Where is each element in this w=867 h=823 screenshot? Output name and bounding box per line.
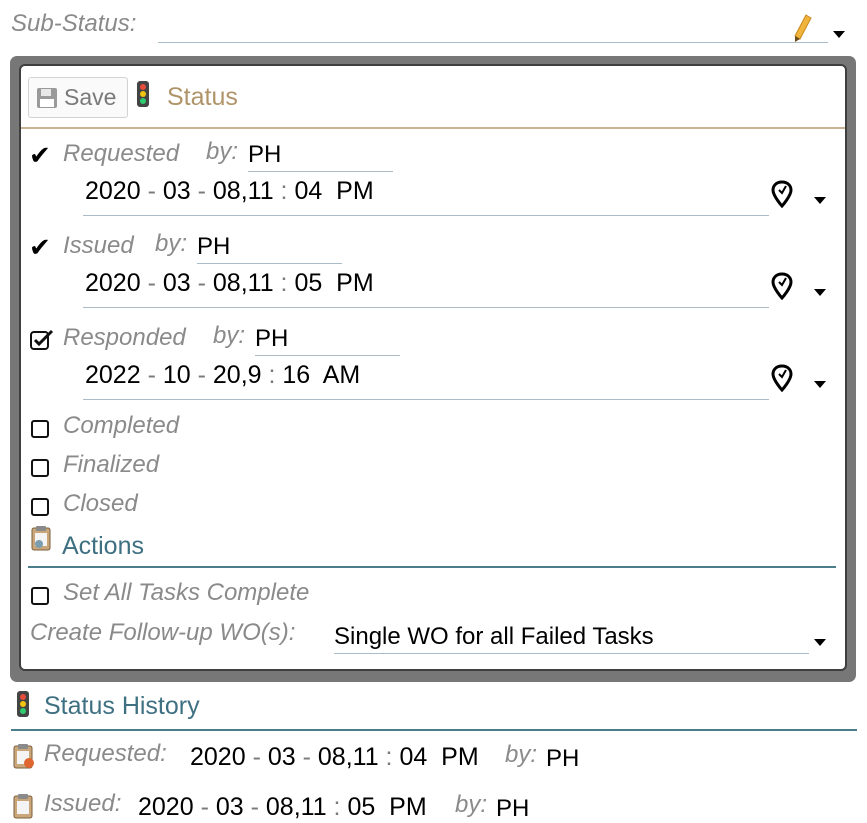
- history-entry-date: 2020 - 03 - 08,11 : 05 PM: [138, 793, 427, 821]
- save-button-label: Save: [64, 84, 117, 110]
- checkbox-icon[interactable]: [31, 459, 49, 477]
- substatus-field[interactable]: [158, 42, 828, 43]
- checkbox-checked-icon[interactable]: [30, 329, 54, 351]
- finalized-label: Finalized: [63, 451, 160, 478]
- checkbox-icon[interactable]: [31, 498, 49, 516]
- history-by-value: PH: [546, 745, 580, 772]
- checkbox-icon[interactable]: [31, 587, 49, 605]
- closed-label: Closed: [63, 490, 138, 517]
- location-pin-icon[interactable]: [771, 364, 793, 392]
- responded-by-label: by:: [213, 322, 246, 349]
- issued-date-line: [83, 307, 769, 308]
- checkmark-icon: ✔: [29, 232, 51, 262]
- issued-date[interactable]: 2020 - 03 - 08,11 : 05 PM: [85, 269, 374, 298]
- actions-divider: [28, 566, 836, 568]
- status-divider: [21, 127, 845, 129]
- clipboard-icon: [31, 526, 51, 551]
- completed-label: Completed: [63, 412, 180, 439]
- followup-select[interactable]: Single WO for all Failed Tasks: [334, 623, 654, 651]
- requested-chevron-down-icon[interactable]: [814, 197, 826, 204]
- responded-date-line: [83, 399, 769, 400]
- followup-chevron-down-icon[interactable]: [814, 639, 826, 646]
- issued-by-line: [197, 263, 342, 264]
- substatus-chevron-down-icon[interactable]: [833, 31, 845, 38]
- clipboard-icon: [13, 794, 33, 819]
- followup-line: [334, 653, 809, 654]
- responded-by-value[interactable]: PH: [255, 325, 288, 353]
- clipboard-icon: [13, 744, 34, 769]
- requested-date-line: [83, 215, 769, 216]
- history-by-label: by:: [455, 791, 488, 818]
- requested-date[interactable]: 2020 - 03 - 08,11 : 04 PM: [85, 177, 374, 206]
- checkbox-icon[interactable]: [31, 420, 49, 438]
- responded-chevron-down-icon[interactable]: [814, 381, 826, 388]
- floppy-disk-icon: [37, 87, 57, 108]
- requested-by-line: [248, 171, 393, 172]
- location-pin-icon[interactable]: [771, 180, 793, 208]
- issued-by-value[interactable]: PH: [197, 233, 230, 261]
- issued-label: Issued: [63, 232, 134, 259]
- history-entry-label: Issued:: [44, 790, 122, 817]
- requested-by-label: by:: [206, 138, 239, 165]
- status-title: Status: [167, 83, 238, 111]
- history-by-label: by:: [505, 741, 538, 768]
- status-panel: Save Status ✔ Requested by: PH 2020 - 03…: [10, 56, 856, 682]
- traffic-light-icon: [17, 691, 29, 717]
- issued-chevron-down-icon[interactable]: [814, 289, 826, 296]
- requested-label: Requested: [63, 140, 180, 167]
- responded-label: Responded: [63, 324, 186, 351]
- status-panel-inner: Save Status ✔ Requested by: PH 2020 - 03…: [19, 64, 847, 671]
- set-all-tasks-complete-label: Set All Tasks Complete: [63, 579, 310, 606]
- status-history-title: Status History: [44, 692, 200, 720]
- checkmark-icon: ✔: [29, 140, 51, 170]
- substatus-label: Sub-Status:: [11, 10, 137, 37]
- location-pin-icon[interactable]: [771, 272, 793, 300]
- status-history-divider: [11, 729, 857, 731]
- history-entry-date: 2020 - 03 - 08,11 : 04 PM: [190, 743, 479, 771]
- history-entry-label: Requested:: [44, 740, 167, 767]
- responded-by-line: [255, 355, 400, 356]
- history-by-value: PH: [496, 795, 530, 822]
- save-button[interactable]: Save: [28, 77, 128, 118]
- responded-date[interactable]: 2022 - 10 - 20,9 : 16 AM: [85, 361, 360, 390]
- pencil-icon[interactable]: [792, 13, 814, 43]
- issued-by-label: by:: [155, 230, 188, 257]
- actions-title: Actions: [62, 532, 144, 560]
- followup-label: Create Follow-up WO(s):: [30, 619, 296, 646]
- traffic-light-icon: [137, 81, 149, 107]
- requested-by-value[interactable]: PH: [248, 141, 281, 169]
